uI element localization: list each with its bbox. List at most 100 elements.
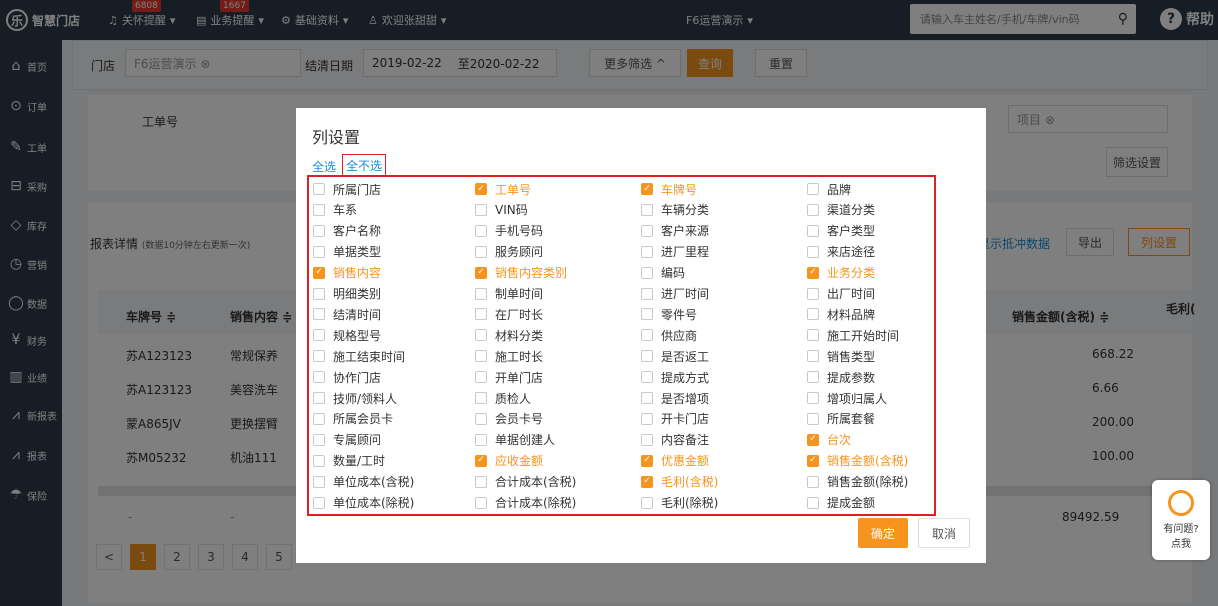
column-option[interactable]: 所属会员卡: [313, 410, 393, 428]
checkbox-icon[interactable]: [641, 392, 653, 404]
checkbox-checked-icon[interactable]: ✓: [641, 475, 653, 488]
column-option[interactable]: 销售类型: [807, 347, 875, 365]
checkbox-icon[interactable]: [641, 245, 653, 258]
checkbox-icon[interactable]: [313, 371, 325, 384]
column-option[interactable]: 结清时间: [313, 305, 381, 323]
column-option[interactable]: 进厂里程: [641, 243, 709, 261]
column-option[interactable]: 供应商: [641, 326, 697, 344]
column-option[interactable]: 车辆分类: [641, 201, 709, 219]
checkbox-icon[interactable]: [641, 224, 653, 237]
checkbox-checked-icon[interactable]: ✓: [313, 266, 325, 279]
checkbox-icon[interactable]: [475, 245, 487, 258]
column-option[interactable]: 所属套餐: [807, 410, 875, 428]
column-option[interactable]: ✓ 销售内容: [313, 264, 381, 282]
column-option[interactable]: ✓ 台次: [807, 431, 851, 449]
checkbox-icon[interactable]: [313, 454, 325, 467]
checkbox-icon[interactable]: [475, 287, 487, 300]
checkbox-icon[interactable]: [807, 350, 819, 363]
column-option[interactable]: 施工开始时间: [807, 326, 899, 344]
column-option[interactable]: 规格型号: [313, 326, 381, 344]
column-option[interactable]: 是否返工: [641, 347, 709, 365]
column-option[interactable]: 提成金额: [807, 494, 875, 512]
column-option[interactable]: VIN码: [475, 201, 528, 219]
select-none-link[interactable]: 全不选: [342, 154, 387, 177]
checkbox-icon[interactable]: [475, 224, 487, 237]
checkbox-icon[interactable]: [807, 475, 819, 488]
checkbox-icon[interactable]: [313, 329, 325, 342]
checkbox-icon[interactable]: [475, 350, 487, 363]
column-option[interactable]: ✓ 应收金额: [475, 452, 543, 470]
column-option[interactable]: 质检人: [475, 389, 531, 407]
checkbox-checked-icon[interactable]: ✓: [641, 454, 653, 467]
column-option[interactable]: 品牌: [807, 180, 851, 198]
column-option[interactable]: 技师/领料人: [313, 389, 397, 407]
column-option[interactable]: 制单时间: [475, 285, 543, 303]
select-all-link[interactable]: 全选: [312, 158, 336, 175]
checkbox-icon[interactable]: [475, 308, 487, 321]
column-option[interactable]: 在厂时长: [475, 305, 543, 323]
column-option[interactable]: ✓ 工单号: [475, 180, 531, 198]
column-option[interactable]: 会员卡号: [475, 410, 543, 428]
column-option[interactable]: ✓ 销售内容类别: [475, 264, 567, 282]
column-option[interactable]: ✓ 销售金额(含税): [807, 452, 908, 470]
column-option[interactable]: 合计成本(除税): [475, 494, 576, 512]
checkbox-icon[interactable]: [807, 412, 819, 425]
checkbox-icon[interactable]: [641, 203, 653, 216]
checkbox-icon[interactable]: [475, 433, 487, 446]
checkbox-icon[interactable]: [475, 392, 487, 404]
checkbox-icon[interactable]: [475, 475, 487, 488]
checkbox-icon[interactable]: [313, 412, 325, 425]
checkbox-icon[interactable]: [475, 329, 487, 342]
column-option[interactable]: 内容备注: [641, 431, 709, 449]
checkbox-icon[interactable]: [807, 183, 819, 195]
column-option[interactable]: 销售金额(除税): [807, 473, 908, 491]
checkbox-icon[interactable]: [313, 433, 325, 446]
column-option[interactable]: 提成方式: [641, 368, 709, 386]
column-option[interactable]: 数量/工时: [313, 452, 385, 470]
checkbox-icon[interactable]: [641, 371, 653, 384]
column-option[interactable]: 开卡门店: [641, 410, 709, 428]
checkbox-icon[interactable]: [313, 287, 325, 300]
checkbox-icon[interactable]: [475, 412, 487, 425]
confirm-button[interactable]: 确定: [858, 518, 908, 548]
checkbox-icon[interactable]: [475, 203, 487, 216]
column-option[interactable]: 单位成本(除税): [313, 494, 414, 512]
checkbox-icon[interactable]: [313, 392, 325, 404]
checkbox-icon[interactable]: [313, 183, 325, 195]
column-option[interactable]: 所属门店: [313, 180, 381, 198]
checkbox-checked-icon[interactable]: ✓: [475, 183, 487, 195]
checkbox-checked-icon[interactable]: ✓: [475, 266, 487, 279]
checkbox-icon[interactable]: [807, 308, 819, 321]
column-option[interactable]: 零件号: [641, 305, 697, 323]
column-option[interactable]: 编码: [641, 264, 685, 282]
checkbox-checked-icon[interactable]: ✓: [475, 454, 487, 467]
checkbox-icon[interactable]: [313, 308, 325, 321]
column-option[interactable]: 来店途径: [807, 243, 875, 261]
checkbox-icon[interactable]: [313, 350, 325, 363]
checkbox-icon[interactable]: [313, 245, 325, 258]
support-chat-widget[interactable]: 有问题? 点我: [1152, 480, 1210, 560]
column-option[interactable]: ✓ 毛利(含税): [641, 473, 718, 491]
checkbox-icon[interactable]: [313, 496, 325, 509]
checkbox-icon[interactable]: [313, 224, 325, 237]
checkbox-icon[interactable]: [313, 203, 325, 216]
column-option[interactable]: 毛利(除税): [641, 494, 718, 512]
checkbox-icon[interactable]: [807, 371, 819, 384]
column-option[interactable]: 客户名称: [313, 222, 381, 240]
column-option[interactable]: 服务顾问: [475, 243, 543, 261]
column-option[interactable]: 客户类型: [807, 222, 875, 240]
column-option[interactable]: ✓ 车牌号: [641, 180, 697, 198]
checkbox-icon[interactable]: [807, 203, 819, 216]
column-option[interactable]: 材料分类: [475, 326, 543, 344]
column-option[interactable]: 单据类型: [313, 243, 381, 261]
checkbox-icon[interactable]: [641, 308, 653, 321]
column-option[interactable]: ✓ 业务分类: [807, 264, 875, 282]
checkbox-icon[interactable]: [807, 287, 819, 300]
checkbox-icon[interactable]: [807, 496, 819, 509]
column-option[interactable]: 出厂时间: [807, 285, 875, 303]
checkbox-icon[interactable]: [475, 371, 487, 384]
checkbox-checked-icon[interactable]: ✓: [641, 183, 653, 195]
column-option[interactable]: 是否增项: [641, 389, 709, 407]
checkbox-icon[interactable]: [641, 287, 653, 300]
column-option[interactable]: ✓ 优惠金额: [641, 452, 709, 470]
